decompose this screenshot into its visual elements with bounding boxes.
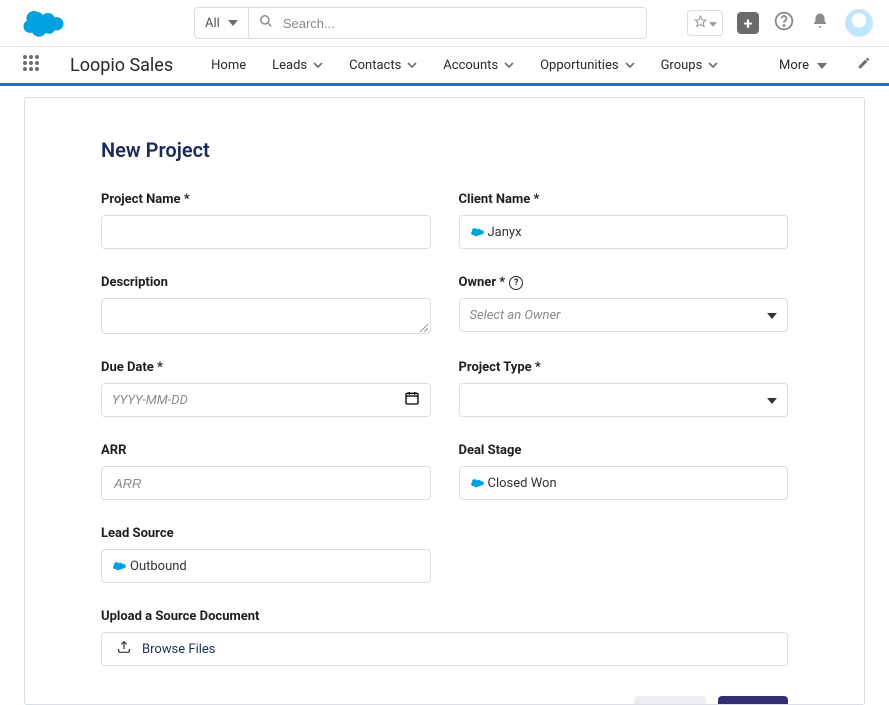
owner-select[interactable]: Select an Owner: [459, 298, 789, 332]
project-name-label: Project Name *: [101, 192, 431, 207]
create-button[interactable]: Create: [718, 696, 788, 705]
owner-field-group: Owner * ? Select an Owner: [459, 275, 789, 334]
arr-input[interactable]: [101, 466, 431, 500]
app-launcher-icon: [22, 54, 40, 76]
app-nav-bar: Loopio Sales Home Leads Contacts Accounts Op…: [0, 46, 889, 86]
arr-input-inner[interactable]: [112, 475, 420, 492]
chevron-down-icon: [625, 62, 635, 68]
lead-source-value: Outbound: [130, 559, 187, 574]
edit-nav-button[interactable]: [857, 56, 871, 74]
upload-field-group: Upload a Source Document Browse Files: [101, 609, 788, 666]
owner-label: Owner * ?: [459, 275, 789, 290]
arr-label: ARR: [101, 443, 431, 458]
chevron-down-icon: [407, 62, 417, 68]
chevron-down-icon: [228, 20, 238, 26]
cancel-button[interactable]: Cancel: [634, 696, 706, 705]
help-button[interactable]: [773, 12, 795, 34]
search-scope-select[interactable]: All: [194, 7, 249, 39]
pencil-icon: [857, 59, 871, 74]
salesforce-badge-icon: [470, 478, 484, 488]
chevron-down-icon: [504, 62, 514, 68]
nav-more-tab[interactable]: More: [779, 58, 827, 73]
arr-field-group: ARR: [101, 443, 431, 500]
client-name-value: Janyx: [488, 225, 522, 240]
due-date-placeholder: YYYY-MM-DD: [112, 393, 188, 408]
nav-tab-home[interactable]: Home: [211, 58, 246, 73]
due-date-input[interactable]: YYYY-MM-DD: [101, 383, 431, 417]
plus-icon: +: [744, 14, 753, 33]
nav-tab-accounts[interactable]: Accounts: [443, 58, 514, 73]
new-project-card: New Project Project Name * Client Name *…: [24, 97, 865, 705]
upload-icon: [116, 639, 132, 659]
client-name-field-group: Client Name * Janyx: [459, 192, 789, 249]
browse-files-button[interactable]: Browse Files: [101, 632, 788, 666]
project-name-input[interactable]: [101, 215, 431, 249]
deal-stage-field-group: Deal Stage Closed Won: [459, 443, 789, 500]
upload-label: Upload a Source Document: [101, 609, 788, 624]
chevron-down-icon: [708, 62, 718, 68]
client-name-input[interactable]: Janyx: [459, 215, 789, 249]
chevron-down-icon: [709, 16, 717, 31]
app-name: Loopio Sales: [70, 55, 173, 76]
due-date-label: Due Date *: [101, 360, 431, 375]
nav-tab-label: Opportunities: [540, 58, 618, 73]
deal-stage-value: Closed Won: [488, 476, 557, 491]
chevron-down-icon: [767, 308, 777, 323]
browse-files-label: Browse Files: [142, 642, 216, 657]
chevron-down-icon: [313, 62, 323, 68]
help-icon[interactable]: ?: [509, 276, 523, 290]
question-icon: [774, 11, 794, 35]
nav-tab-label: Contacts: [349, 58, 401, 73]
favorites-button[interactable]: [687, 10, 723, 36]
global-search[interactable]: [249, 7, 647, 39]
nav-tab-label: Home: [211, 58, 246, 73]
nav-tab-opportunities[interactable]: Opportunities: [540, 58, 634, 73]
project-type-label: Project Type *: [459, 360, 789, 375]
global-header: All +: [0, 0, 889, 46]
client-name-label: Client Name *: [459, 192, 789, 207]
project-name-input-inner[interactable]: [112, 224, 420, 241]
lead-source-field-group: Lead Source Outbound: [101, 526, 431, 583]
project-type-select[interactable]: [459, 383, 789, 417]
nav-tab-label: Groups: [661, 58, 703, 73]
nav-more-label: More: [779, 58, 809, 73]
project-type-field-group: Project Type *: [459, 360, 789, 417]
owner-placeholder: Select an Owner: [470, 308, 561, 323]
description-textarea[interactable]: [101, 298, 431, 334]
global-create-button[interactable]: +: [737, 12, 759, 34]
resize-handle-icon: [418, 321, 428, 331]
chevron-down-icon: [767, 393, 777, 408]
lead-source-label: Lead Source: [101, 526, 431, 541]
salesforce-badge-icon: [112, 561, 126, 571]
bell-icon: [811, 12, 829, 34]
chevron-down-icon: [817, 58, 827, 73]
calendar-icon: [404, 390, 420, 410]
deal-stage-label: Deal Stage: [459, 443, 789, 458]
description-label: Description: [101, 275, 431, 290]
app-launcher-button[interactable]: [20, 54, 42, 76]
search-icon: [259, 14, 273, 32]
nav-tab-groups[interactable]: Groups: [661, 58, 719, 73]
project-name-field-group: Project Name *: [101, 192, 431, 249]
search-scope-label: All: [205, 16, 220, 31]
nav-tab-leads[interactable]: Leads: [272, 58, 323, 73]
due-date-field-group: Due Date * YYYY-MM-DD: [101, 360, 431, 417]
nav-tab-label: Accounts: [443, 58, 498, 73]
lead-source-input[interactable]: Outbound: [101, 549, 431, 583]
star-icon: [694, 15, 707, 32]
salesforce-badge-icon: [470, 227, 484, 237]
deal-stage-input[interactable]: Closed Won: [459, 466, 789, 500]
user-avatar[interactable]: [845, 9, 873, 37]
description-field-group: Description: [101, 275, 431, 334]
nav-tab-contacts[interactable]: Contacts: [349, 58, 417, 73]
nav-tab-label: Leads: [272, 58, 307, 73]
notifications-button[interactable]: [809, 12, 831, 34]
page-title: New Project: [101, 138, 788, 162]
search-input[interactable]: [281, 15, 636, 32]
salesforce-logo-icon: [20, 8, 64, 38]
